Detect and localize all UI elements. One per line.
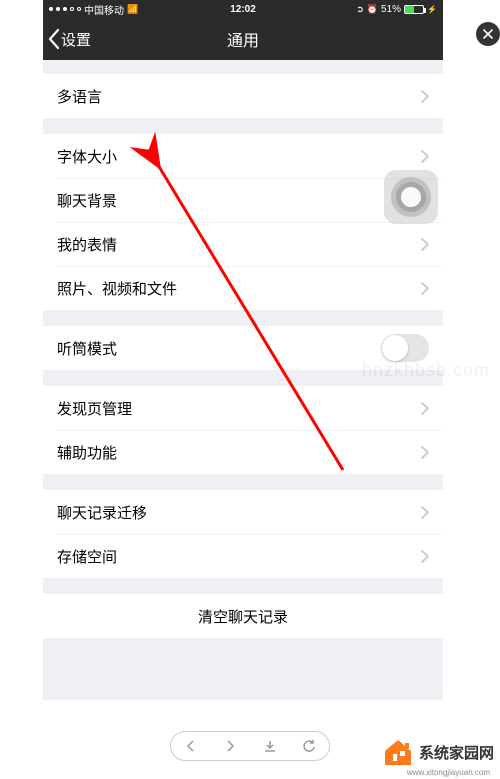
page-title: 通用	[227, 27, 259, 51]
location-icon	[356, 4, 364, 15]
cell-earpiece-mode[interactable]: 听筒模式	[43, 326, 443, 370]
cell-accessibility[interactable]: 辅助功能	[43, 430, 443, 474]
chevron-right-icon	[421, 90, 429, 103]
chevron-left-icon	[47, 28, 61, 50]
cell-multilanguage[interactable]: 多语言	[43, 74, 443, 118]
battery-pct-label: 51%	[381, 4, 401, 15]
close-icon	[483, 29, 493, 39]
brand-logo: 系统家园网	[381, 737, 494, 767]
cell-label: 聊天记录迁移	[57, 502, 421, 523]
settings-group: 字体大小 聊天背景 我的表情 照片、视频和文件	[43, 134, 443, 310]
carrier-label: 中国移动	[84, 2, 124, 17]
cell-label: 存储空间	[57, 546, 421, 567]
cell-discover-management[interactable]: 发现页管理	[43, 386, 443, 430]
settings-group: 多语言	[43, 74, 443, 118]
cell-label: 我的表情	[57, 234, 421, 255]
battery-icon	[404, 5, 424, 14]
cell-my-stickers[interactable]: 我的表情	[43, 222, 443, 266]
chevron-right-icon	[421, 150, 429, 163]
back-label: 设置	[61, 29, 91, 50]
wifi-icon	[127, 4, 138, 15]
prev-button[interactable]	[184, 739, 198, 753]
chevron-right-icon	[421, 506, 429, 519]
settings-group: 聊天记录迁移 存储空间	[43, 490, 443, 578]
cell-font-size[interactable]: 字体大小	[43, 134, 443, 178]
charging-icon	[427, 4, 437, 15]
clock-label: 12:02	[230, 4, 256, 15]
cell-storage[interactable]: 存储空间	[43, 534, 443, 578]
house-icon	[381, 737, 415, 767]
cell-label: 清空聊天记录	[198, 606, 288, 627]
brand-name: 系统家园网	[419, 742, 494, 763]
cell-photos-videos-files[interactable]: 照片、视频和文件	[43, 266, 443, 310]
status-bar: 中国移动 12:02 51%	[43, 0, 443, 18]
chevron-right-icon	[421, 282, 429, 295]
chevron-right-icon	[421, 446, 429, 459]
settings-group: 发现页管理 辅助功能	[43, 386, 443, 474]
clear-chat-history-button[interactable]: 清空聊天记录	[43, 594, 443, 638]
cell-label: 多语言	[57, 86, 421, 107]
cell-chat-background[interactable]: 聊天背景	[43, 178, 443, 222]
assistive-touch-button[interactable]	[384, 170, 438, 224]
chevron-right-icon	[421, 238, 429, 251]
settings-group: 清空聊天记录	[43, 594, 443, 638]
cell-label: 辅助功能	[57, 442, 421, 463]
alarm-icon	[367, 4, 378, 15]
cell-label: 照片、视频和文件	[57, 278, 421, 299]
chevron-right-icon	[421, 402, 429, 415]
phone-frame: 中国移动 12:02 51% 设置 通用 多语言 字体大小	[43, 0, 443, 700]
settings-group: 听筒模式	[43, 326, 443, 370]
cell-label: 聊天背景	[57, 190, 421, 211]
refresh-button[interactable]	[302, 739, 316, 753]
cell-label: 听筒模式	[57, 338, 381, 359]
next-button[interactable]	[223, 739, 237, 753]
cell-label: 发现页管理	[57, 398, 421, 419]
brand-url: www.xitongjiayuan.com	[407, 768, 490, 777]
back-button[interactable]: 设置	[47, 28, 91, 50]
switch-toggle[interactable]	[381, 334, 429, 362]
chevron-right-icon	[421, 550, 429, 563]
cell-chat-migration[interactable]: 聊天记录迁移	[43, 490, 443, 534]
cell-label: 字体大小	[57, 146, 421, 167]
close-button[interactable]	[476, 22, 500, 46]
download-button[interactable]	[263, 739, 277, 753]
viewer-toolbar	[170, 731, 330, 761]
nav-bar: 设置 通用	[43, 18, 443, 60]
